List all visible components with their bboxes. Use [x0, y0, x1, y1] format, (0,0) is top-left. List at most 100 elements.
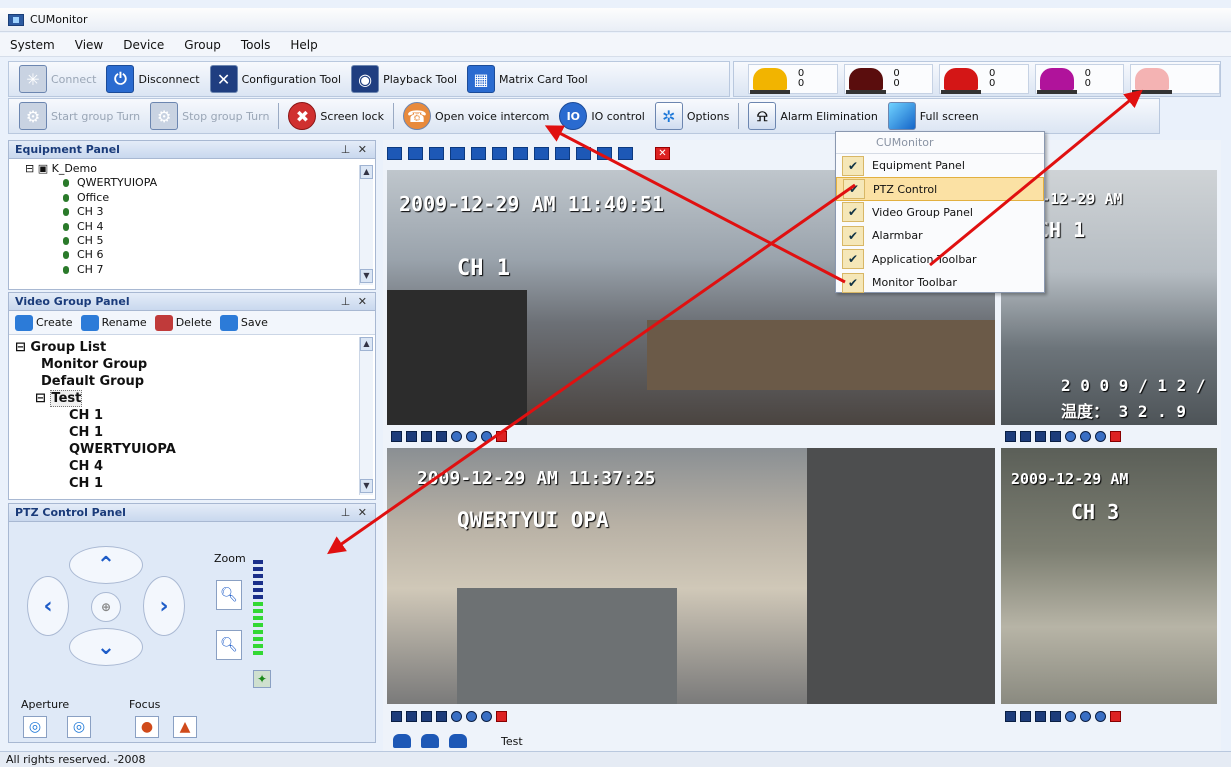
- ptz-hand-icon[interactable]: [481, 430, 492, 442]
- layout-1-icon[interactable]: [387, 146, 402, 160]
- ptz-hand-icon[interactable]: [481, 710, 492, 722]
- layout-8-icon[interactable]: [492, 146, 507, 160]
- group-channel[interactable]: CH 1: [15, 407, 375, 424]
- menu-tools[interactable]: Tools: [241, 38, 271, 52]
- group-channel[interactable]: CH 4: [15, 458, 375, 475]
- group-item-test[interactable]: ⊟ Test: [15, 390, 375, 407]
- audio-icon[interactable]: [1050, 430, 1061, 442]
- options-button[interactable]: ✲ Options: [651, 101, 733, 131]
- snapshot-icon[interactable]: [391, 710, 402, 722]
- layout-10-icon[interactable]: [513, 146, 528, 160]
- group-tab-icon[interactable]: [421, 734, 439, 748]
- connect-button[interactable]: ✳ Connect: [15, 64, 100, 94]
- alarm-indicator[interactable]: 00: [939, 64, 1029, 94]
- alarm-indicator[interactable]: 00: [748, 64, 838, 94]
- speaker-icon[interactable]: [1065, 710, 1076, 722]
- layout-4-icon[interactable]: [408, 146, 423, 160]
- group-item[interactable]: Default Group: [15, 373, 375, 390]
- group-scrollbar[interactable]: ▲ ▼: [359, 337, 373, 495]
- aperture-open-button[interactable]: ◎: [23, 716, 47, 738]
- menu-device[interactable]: Device: [123, 38, 164, 52]
- record-icon[interactable]: [1020, 710, 1031, 722]
- snapshot-icon[interactable]: [1005, 710, 1016, 722]
- save-group-button[interactable]: Save: [219, 314, 268, 331]
- record-icon[interactable]: [406, 710, 417, 722]
- start-group-turn-button[interactable]: ⚙ Start group Turn: [15, 101, 144, 131]
- menu-system[interactable]: System: [10, 38, 55, 52]
- playback-tool-button[interactable]: ◉ Playback Tool: [347, 64, 461, 94]
- zoom-in-button[interactable]: 🔍︎: [216, 580, 242, 610]
- speaker-icon[interactable]: [451, 430, 462, 442]
- group-tab-test[interactable]: Test: [501, 735, 523, 748]
- menu-view[interactable]: View: [75, 38, 103, 52]
- menu-item-application-toolbar[interactable]: ✔ Application Toolbar: [836, 248, 1044, 271]
- stop-group-turn-button[interactable]: ⚙ Stop group Turn: [146, 101, 273, 131]
- menu-item-ptz-control[interactable]: ✔ PTZ Control: [836, 177, 1044, 201]
- audio-icon[interactable]: [436, 430, 447, 442]
- stream-icon[interactable]: [421, 710, 432, 722]
- audio-icon[interactable]: [436, 710, 447, 722]
- ptz-hand-icon[interactable]: [1095, 430, 1106, 442]
- audio-icon[interactable]: [1050, 710, 1061, 722]
- snapshot-icon[interactable]: [1005, 430, 1016, 442]
- ptz-center-button[interactable]: ⊕: [91, 592, 121, 622]
- scroll-down-icon[interactable]: ▼: [360, 479, 373, 493]
- menu-item-monitor-toolbar[interactable]: ✔ Monitor Toolbar: [836, 271, 1044, 294]
- tree-channel[interactable]: CH 5: [39, 234, 375, 248]
- aperture-close-button[interactable]: ◎: [67, 716, 91, 738]
- menu-item-video-group-panel[interactable]: ✔ Video Group Panel: [836, 201, 1044, 224]
- alarm-elimination-button[interactable]: ⍾ Alarm Elimination: [744, 101, 881, 131]
- matrix-card-tool-button[interactable]: ▦ Matrix Card Tool: [463, 64, 592, 94]
- open-voice-intercom-button[interactable]: ☎ Open voice intercom: [399, 101, 553, 131]
- zoom-out-button[interactable]: 🔍︎: [216, 630, 242, 660]
- tree-channel[interactable]: Office: [39, 191, 375, 205]
- snapshot-icon[interactable]: [391, 430, 402, 442]
- layout-13-icon[interactable]: [534, 146, 549, 160]
- layout-9-icon[interactable]: [429, 146, 444, 160]
- scroll-up-icon[interactable]: ▲: [360, 337, 373, 351]
- panel-pin-close-icon[interactable]: ⊥ ✕: [341, 506, 369, 519]
- speaker-icon[interactable]: [451, 710, 462, 722]
- panel-pin-close-icon[interactable]: ⊥ ✕: [341, 143, 369, 156]
- close-video-icon[interactable]: [1110, 430, 1121, 442]
- equipment-scrollbar[interactable]: ▲ ▼: [359, 165, 373, 285]
- alarm-indicator[interactable]: 00: [1034, 64, 1125, 94]
- menu-item-equipment-panel[interactable]: ✔ Equipment Panel: [836, 154, 1044, 177]
- close-video-icon[interactable]: [496, 430, 507, 442]
- speaker-icon[interactable]: [1065, 430, 1076, 442]
- focus-near-button[interactable]: ●: [135, 716, 159, 738]
- stream-icon[interactable]: [1035, 710, 1046, 722]
- layout-25-icon[interactable]: [597, 146, 612, 160]
- tree-channel[interactable]: CH 6: [39, 248, 375, 262]
- group-tab-icon[interactable]: [449, 734, 467, 748]
- layout-16-icon[interactable]: [450, 146, 465, 160]
- group-channel[interactable]: CH 1: [15, 424, 375, 441]
- focus-far-button[interactable]: ▲: [173, 716, 197, 738]
- close-all-icon[interactable]: ✕: [655, 146, 670, 160]
- scroll-up-icon[interactable]: ▲: [360, 165, 373, 179]
- ptz-right-button[interactable]: ›: [143, 576, 185, 636]
- group-channel[interactable]: CH 1: [15, 475, 375, 492]
- screen-lock-button[interactable]: ✖ Screen lock: [284, 101, 388, 131]
- group-tab-icon[interactable]: [393, 734, 411, 748]
- io-control-button[interactable]: IO IO control: [555, 101, 649, 131]
- menu-group[interactable]: Group: [184, 38, 221, 52]
- stream-icon[interactable]: [1035, 430, 1046, 442]
- layout-custom-icon[interactable]: [576, 146, 591, 160]
- tree-channel[interactable]: CH 3: [39, 205, 375, 219]
- panel-pin-close-icon[interactable]: ⊥ ✕: [341, 295, 369, 308]
- pause-icon[interactable]: [1080, 430, 1091, 442]
- pause-icon[interactable]: [466, 710, 477, 722]
- create-group-button[interactable]: Create: [15, 314, 73, 331]
- layout-6-icon[interactable]: [471, 146, 486, 160]
- tree-channel[interactable]: CH 7: [39, 263, 375, 277]
- pause-icon[interactable]: [466, 430, 477, 442]
- disconnect-button[interactable]: ⏻ Disconnect: [102, 64, 203, 94]
- run-icon[interactable]: ✦: [253, 670, 271, 688]
- pause-icon[interactable]: [1080, 710, 1091, 722]
- configuration-tool-button[interactable]: ✕ Configuration Tool: [206, 64, 345, 94]
- record-icon[interactable]: [1020, 430, 1031, 442]
- layout-custom-icon[interactable]: [555, 146, 570, 160]
- delete-group-button[interactable]: Delete: [154, 314, 212, 331]
- ptz-down-button[interactable]: ⌄: [69, 628, 143, 666]
